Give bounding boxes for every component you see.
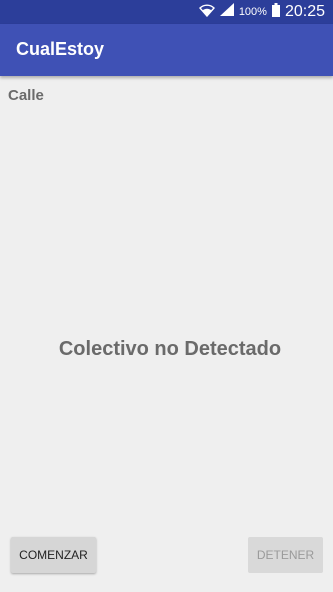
status-bar: 100% 20:25 <box>0 0 333 24</box>
clock-time: 20:25 <box>284 3 325 20</box>
app-bar: CualEstoy <box>0 24 333 76</box>
battery-percentage: 100% <box>238 6 267 18</box>
app-screen: 100% 20:25 CualEstoy Calle Colectivo no … <box>0 0 333 592</box>
wifi-icon <box>198 3 215 22</box>
status-icons: 100% 20:25 <box>198 0 325 24</box>
start-button[interactable]: COMENZAR <box>11 537 96 573</box>
stop-button[interactable]: DETENER <box>248 537 323 573</box>
battery-icon <box>271 2 280 22</box>
detection-status-text: Colectivo no Detectado <box>58 338 282 360</box>
app-title: CualEstoy <box>16 39 105 59</box>
street-label: Calle <box>8 87 44 104</box>
signal-icon <box>219 3 234 21</box>
